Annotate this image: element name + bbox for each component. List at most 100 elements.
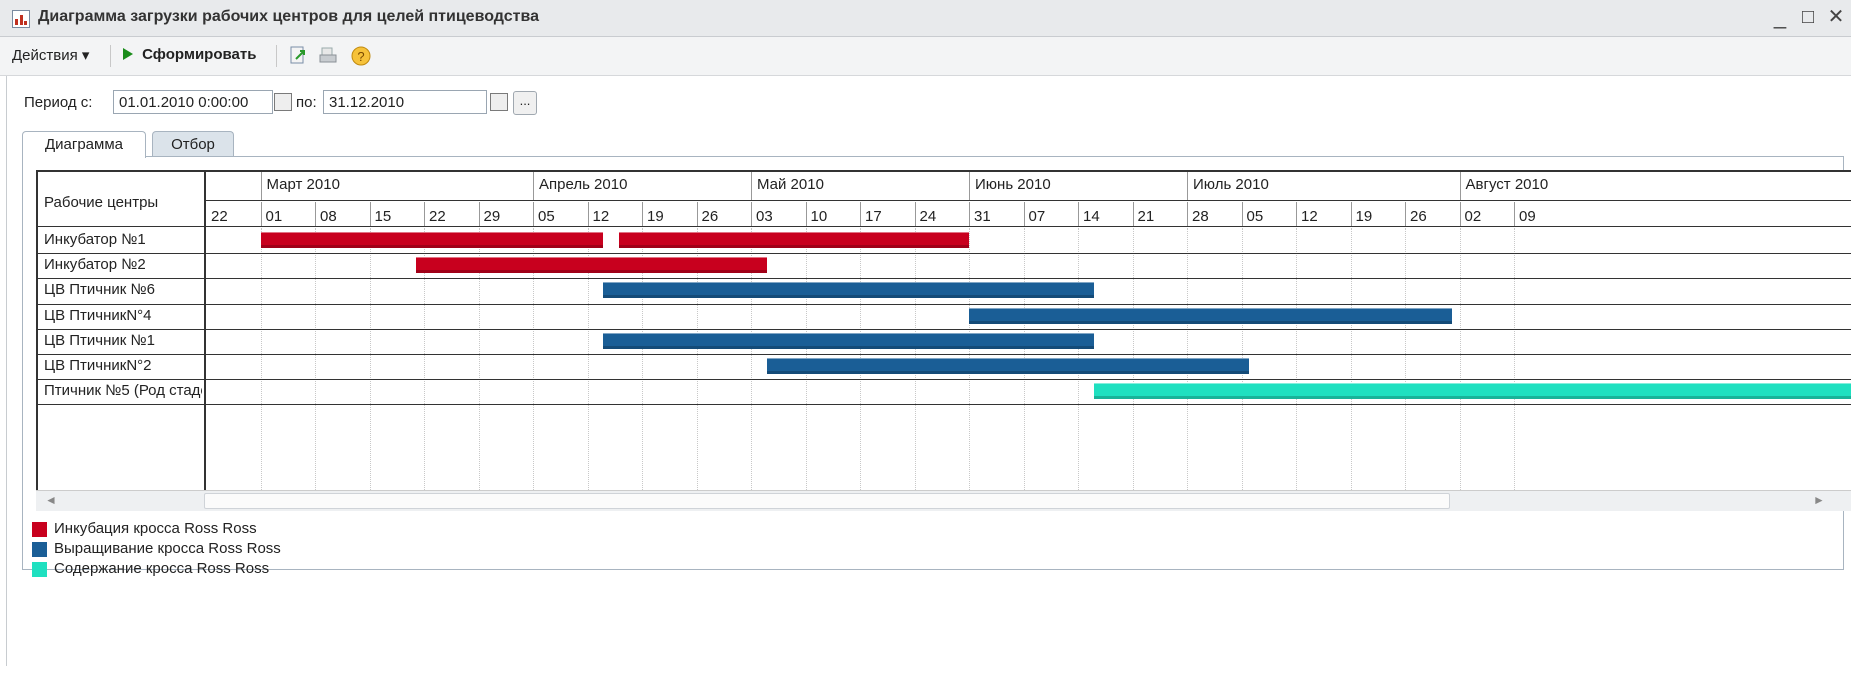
week-divider xyxy=(260,202,262,226)
week-divider xyxy=(369,202,371,226)
period-from-label: Период с: xyxy=(24,94,93,111)
actions-menu[interactable]: Действия ▾ xyxy=(12,46,89,64)
period-bar: Период с: 01.01.2010 0:00:00 по: 31.12.2… xyxy=(0,88,700,118)
row-label: ЦВ ПтичникN°2 xyxy=(44,357,152,374)
row-label: ЦВ ПтичникN°4 xyxy=(44,306,152,324)
week-divider xyxy=(1514,202,1515,226)
row-label: Инкубатор №1 xyxy=(44,231,146,248)
week-divider xyxy=(914,202,916,226)
gantt-chart: Рабочие центры Март 2010 Апрель 2010 Май 2… xyxy=(36,170,1851,492)
toolbar-divider xyxy=(110,45,111,67)
grid-line xyxy=(1405,228,1406,492)
week-divider xyxy=(478,202,480,226)
week-label: 19 xyxy=(647,208,664,225)
calendar-icon[interactable] xyxy=(490,93,508,111)
week-label: 05 xyxy=(538,208,555,225)
period-from-field[interactable]: 01.01.2010 0:00:00 xyxy=(113,90,273,114)
chart-window-icon xyxy=(12,10,30,28)
column-header: Рабочие центры xyxy=(44,194,159,211)
generate-button[interactable]: Сформировать xyxy=(122,46,256,63)
week-divider xyxy=(751,202,752,226)
svg-text:?: ? xyxy=(357,49,364,64)
grid-line xyxy=(315,228,316,492)
week-divider xyxy=(424,202,425,226)
grid-line xyxy=(369,228,371,492)
toolbar: Действия ▾ Сформировать ? xyxy=(0,37,1851,76)
month-label: Март 2010 xyxy=(266,176,340,193)
week-divider xyxy=(696,202,698,226)
generate-label: Сформировать xyxy=(142,46,257,63)
week-divider xyxy=(1241,202,1243,226)
week-label: 02 xyxy=(1464,208,1482,225)
week-divider xyxy=(1350,202,1352,226)
scrollbar-thumb[interactable] xyxy=(204,493,1450,509)
period-to-field[interactable]: 31.12.2010 xyxy=(323,90,487,114)
week-label: 26 xyxy=(701,208,719,225)
week-divider xyxy=(533,202,534,226)
horizontal-scrollbar[interactable]: ◄ ► xyxy=(36,490,1851,511)
week-label: 15 xyxy=(374,208,392,225)
week-label: 26 xyxy=(1410,208,1427,225)
week-divider xyxy=(1078,202,1079,226)
row-label: Птичник №5 (Род стадо) xyxy=(44,382,202,400)
row-divider xyxy=(38,379,1851,381)
week-label: 07 xyxy=(1028,208,1046,225)
gantt-bar[interactable] xyxy=(603,282,1094,299)
week-label: 22 xyxy=(429,208,446,225)
row-divider xyxy=(38,404,1851,406)
row-divider xyxy=(38,253,1851,255)
name-column-divider xyxy=(204,172,206,492)
gantt-bar[interactable] xyxy=(416,257,767,274)
tab-diagram[interactable]: Диаграмма xyxy=(22,131,146,158)
header-bottom-line xyxy=(38,226,1851,227)
maximize-button[interactable]: □ xyxy=(1795,4,1821,30)
close-button[interactable]: ✕ xyxy=(1823,4,1849,30)
period-to-label: по: xyxy=(296,94,317,111)
week-divider xyxy=(1296,202,1297,226)
gantt-bar[interactable] xyxy=(1093,383,1851,400)
week-divider xyxy=(642,202,643,226)
gantt-bar[interactable] xyxy=(260,232,604,248)
print-icon[interactable] xyxy=(318,45,340,67)
legend-label: Выращивание кросса Ross Ross xyxy=(54,540,281,557)
gantt-bar[interactable] xyxy=(766,358,1250,374)
gantt-bar[interactable] xyxy=(969,307,1452,324)
month-divider xyxy=(1187,172,1188,200)
legend-label: Содержание кросса Ross Ross xyxy=(54,560,270,577)
gantt-bar[interactable] xyxy=(603,332,1094,349)
scroll-right-icon[interactable]: ► xyxy=(1812,493,1826,507)
tab-filter[interactable]: Отбор xyxy=(152,131,234,158)
gantt-bar[interactable] xyxy=(618,232,969,248)
calendar-icon[interactable] xyxy=(274,93,292,111)
month-label: Май 2010 xyxy=(757,176,824,193)
week-divider xyxy=(1187,202,1188,226)
week-label: 28 xyxy=(1192,208,1209,225)
window-border xyxy=(6,76,7,666)
week-label: 14 xyxy=(1083,208,1100,225)
period-select-button[interactable]: ... xyxy=(513,91,537,115)
row-label: Инкубатор №2 xyxy=(44,256,146,274)
grid-line xyxy=(260,228,262,492)
actions-label: Действия xyxy=(12,47,78,64)
play-icon xyxy=(123,48,133,60)
row-divider xyxy=(38,278,1851,280)
minimize-button[interactable]: _ xyxy=(1767,4,1793,30)
month-divider xyxy=(969,172,970,200)
week-label: 05 xyxy=(1246,208,1264,225)
month-label: Август 2010 xyxy=(1465,176,1549,193)
legend-label: Инкубация кросса Ross Ross xyxy=(54,520,257,537)
week-label: 21 xyxy=(1137,208,1155,225)
week-divider xyxy=(860,202,861,226)
title-bar: Диаграмма загрузки рабочих центров для ц… xyxy=(0,0,1851,37)
export-icon[interactable] xyxy=(288,45,310,67)
scroll-left-icon[interactable]: ◄ xyxy=(44,493,58,507)
month-label: Июнь 2010 xyxy=(975,176,1051,193)
week-divider xyxy=(969,202,970,226)
week-divider xyxy=(805,202,807,226)
month-divider xyxy=(260,172,262,200)
week-label: 09 xyxy=(1519,208,1536,225)
help-icon[interactable]: ? xyxy=(350,45,372,67)
week-label: 17 xyxy=(865,208,882,225)
week-label: 10 xyxy=(810,208,828,225)
week-label: 01 xyxy=(265,208,283,225)
